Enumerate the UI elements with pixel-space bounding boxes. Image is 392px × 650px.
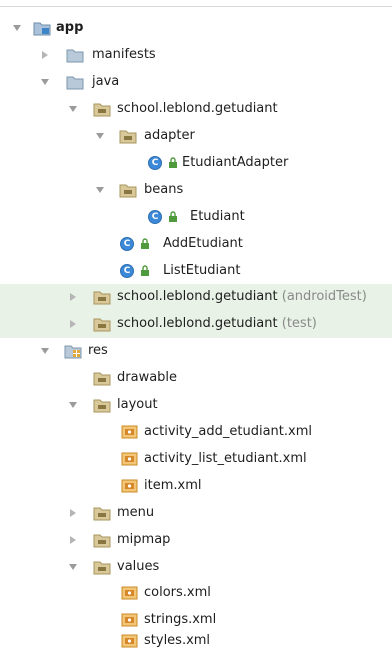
tree-label-manifests: manifests <box>92 47 156 62</box>
top-separator <box>0 0 392 7</box>
tree-node-etudiant[interactable]: C Etudiant <box>0 204 392 231</box>
class-c-icon: C <box>148 210 166 226</box>
tree-node-manifests[interactable]: manifests <box>0 42 392 69</box>
xml-file-icon <box>121 478 139 494</box>
tree-label-activity-list: activity_list_etudiant.xml <box>144 451 307 466</box>
tree-label-strings: strings.xml <box>144 612 217 627</box>
tree-label-beans: beans <box>144 182 184 197</box>
package-folder-icon <box>93 370 111 386</box>
package-folder-icon <box>93 316 111 332</box>
tree-label-list-etudiant: ListEtudiant <box>163 263 241 278</box>
xml-file-icon <box>121 451 139 467</box>
triangle-right-icon[interactable] <box>68 508 78 518</box>
tree-node-styles-xml[interactable]: styles.xml <box>0 628 392 650</box>
triangle-down-icon[interactable] <box>40 346 50 356</box>
tree-node-package-test[interactable]: school.leblond.getudiant (test) <box>0 311 392 338</box>
tree-label-mipmap: mipmap <box>117 532 171 547</box>
tree-suffix-test: (test) <box>281 316 317 331</box>
tree-label-package: school.leblond.getudiant <box>117 316 278 331</box>
resource-folder-icon <box>64 343 82 359</box>
triangle-right-icon[interactable] <box>68 292 78 302</box>
tree-label-java: java <box>92 74 120 89</box>
tree-label-colors: colors.xml <box>144 585 211 600</box>
xml-file-icon <box>121 633 139 649</box>
tree-node-res[interactable]: res <box>0 338 392 365</box>
tree-label-menu: menu <box>117 505 155 520</box>
lock-icon <box>140 238 150 250</box>
folder-icon <box>66 74 84 90</box>
tree-node-package-main[interactable]: school.leblond.getudiant <box>0 96 392 123</box>
tree-node-adapter[interactable]: adapter <box>0 123 392 150</box>
tree-node-add-etudiant[interactable]: C AddEtudiant <box>0 231 392 258</box>
triangle-down-icon[interactable] <box>40 77 50 87</box>
tree-node-activity-list-xml[interactable]: activity_list_etudiant.xml <box>0 446 392 473</box>
tree-node-etudiant-adapter[interactable]: C EtudiantAdapter <box>0 150 392 177</box>
class-c-icon: C <box>120 237 138 253</box>
tree-label-layout: layout <box>117 397 158 412</box>
package-folder-icon <box>93 289 111 305</box>
module-folder-icon <box>33 20 51 36</box>
tree-node-package-android-test[interactable]: school.leblond.getudiant (androidTest) <box>0 284 392 311</box>
triangle-down-icon[interactable] <box>68 400 78 410</box>
package-folder-icon <box>93 532 111 548</box>
tree-node-drawable[interactable]: drawable <box>0 365 392 392</box>
package-folder-icon <box>93 505 111 521</box>
triangle-right-icon[interactable] <box>68 535 78 545</box>
tree-node-app[interactable]: app <box>0 15 392 42</box>
package-folder-icon <box>93 101 111 117</box>
tree-label-res: res <box>88 343 108 358</box>
tree-label-drawable: drawable <box>117 370 178 385</box>
package-folder-icon <box>119 128 137 144</box>
tree-suffix-android-test: (androidTest) <box>281 289 367 304</box>
folder-icon <box>66 47 84 63</box>
tree-node-mipmap[interactable]: mipmap <box>0 527 392 554</box>
triangle-down-icon[interactable] <box>95 131 105 141</box>
tree-label-styles: styles.xml <box>144 633 211 648</box>
tree-label-etudiant-adapter: EtudiantAdapter <box>182 155 289 170</box>
tree-label-etudiant: Etudiant <box>190 209 245 224</box>
triangle-right-icon[interactable] <box>40 50 50 60</box>
triangle-right-icon[interactable] <box>68 319 78 329</box>
triangle-down-icon[interactable] <box>12 23 22 33</box>
lock-icon <box>140 265 150 277</box>
tree-label-add-etudiant: AddEtudiant <box>163 236 243 251</box>
tree-node-beans[interactable]: beans <box>0 177 392 204</box>
tree-node-list-etudiant[interactable]: C ListEtudiant <box>0 258 392 285</box>
tree-label-adapter: adapter <box>144 128 195 143</box>
tree-label-values: values <box>117 559 160 574</box>
tree-label-item-xml: item.xml <box>144 478 202 493</box>
tree-node-values[interactable]: values <box>0 554 392 581</box>
xml-file-icon <box>121 585 139 601</box>
triangle-down-icon[interactable] <box>68 104 78 114</box>
package-folder-icon <box>93 559 111 575</box>
xml-file-icon <box>121 424 139 440</box>
tree-node-layout[interactable]: layout <box>0 392 392 419</box>
tree-label-package: school.leblond.getudiant <box>117 101 278 116</box>
class-c-icon: C <box>120 264 138 280</box>
tree-label-activity-add: activity_add_etudiant.xml <box>144 424 312 439</box>
triangle-down-icon[interactable] <box>68 562 78 572</box>
tree-node-item-xml[interactable]: item.xml <box>0 473 392 500</box>
tree-node-activity-add-xml[interactable]: activity_add_etudiant.xml <box>0 419 392 446</box>
package-folder-icon <box>93 397 111 413</box>
tree-node-java[interactable]: java <box>0 69 392 96</box>
xml-file-icon <box>121 612 139 628</box>
class-c-icon: C <box>148 156 166 172</box>
package-folder-icon <box>119 182 137 198</box>
triangle-down-icon[interactable] <box>95 185 105 195</box>
tree-node-menu[interactable]: menu <box>0 500 392 527</box>
tree-label-app: app <box>56 20 84 35</box>
tree-node-colors-xml[interactable]: colors.xml <box>0 580 392 607</box>
tree-label-package: school.leblond.getudiant <box>117 289 278 304</box>
lock-icon <box>168 157 178 169</box>
lock-icon <box>168 211 178 223</box>
